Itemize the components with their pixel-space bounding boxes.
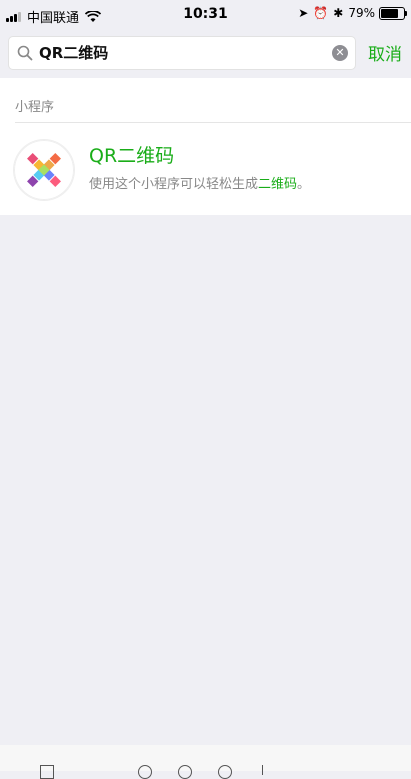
section-title: 小程序 (15, 100, 55, 115)
toolbar-mark-icon[interactable] (262, 765, 268, 775)
battery-percent: 79% (348, 6, 375, 20)
battery-icon (379, 6, 407, 20)
status-right: ➤ ⏰ ✱ 79% (293, 6, 407, 20)
status-bar: 中国联通 10:31 ➤ ⏰ ✱ 79% (0, 0, 411, 32)
result-title: QR二维码 (89, 145, 175, 167)
alarm-clock-icon: ⏰ (313, 6, 329, 20)
description-end: 。 (297, 177, 311, 192)
clear-icon[interactable]: ✕ (332, 45, 348, 61)
bottom-toolbar (0, 745, 411, 779)
mini-program-result[interactable]: QR二维码 使用这个小程序可以轻松生成二维码。 (0, 123, 411, 215)
bluetooth-icon: ✱ (333, 6, 344, 20)
search-input[interactable]: QR二维码 (39, 37, 329, 69)
search-box[interactable]: QR二维码 ✕ (8, 36, 356, 70)
cancel-button[interactable]: 取消 (368, 40, 402, 65)
location-arrow-icon: ➤ (298, 6, 309, 20)
description-highlight: 二维码 (258, 177, 298, 192)
qr-app-logo-icon (14, 140, 74, 200)
description-text: 使用这个小程序可以轻松生成 (89, 177, 259, 192)
search-row: QR二维码 ✕ 取消 (0, 32, 411, 76)
search-icon (17, 45, 33, 61)
toolbar-square-icon[interactable] (40, 765, 54, 779)
result-description: 使用这个小程序可以轻松生成二维码。 (89, 173, 310, 192)
toolbar-circle-icon-1[interactable] (138, 765, 152, 779)
toolbar-circle-icon-2[interactable] (178, 765, 192, 779)
toolbar-circle-icon-3[interactable] (218, 765, 232, 779)
battery-fill (381, 8, 398, 18)
search-results: 小程序 QR二维码 使用这个小程序可以轻松生成二维码。 (0, 78, 411, 215)
